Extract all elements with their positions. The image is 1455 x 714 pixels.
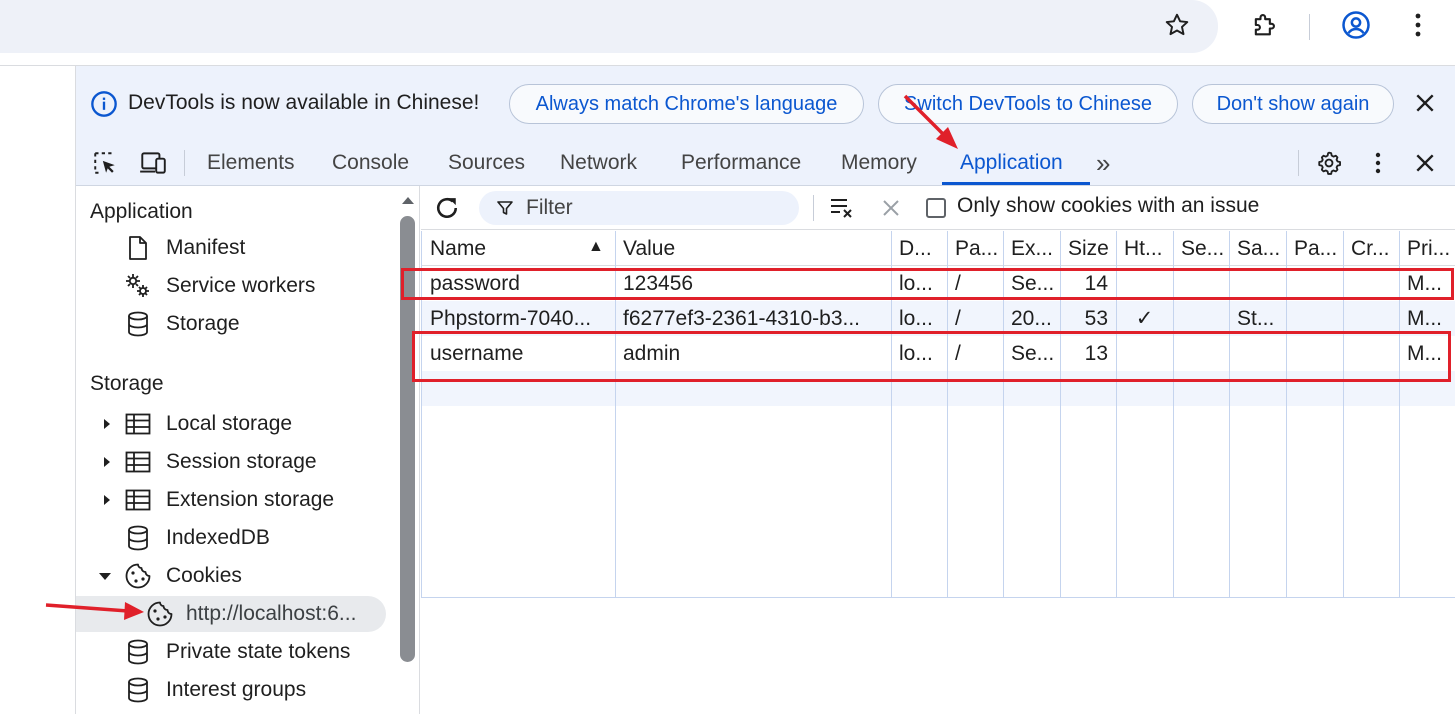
annotation-arrow-cookie-origin: [45, 602, 144, 620]
annotation-arrow-application-tab: [903, 94, 958, 149]
annotation-arrows: [45, 94, 958, 620]
